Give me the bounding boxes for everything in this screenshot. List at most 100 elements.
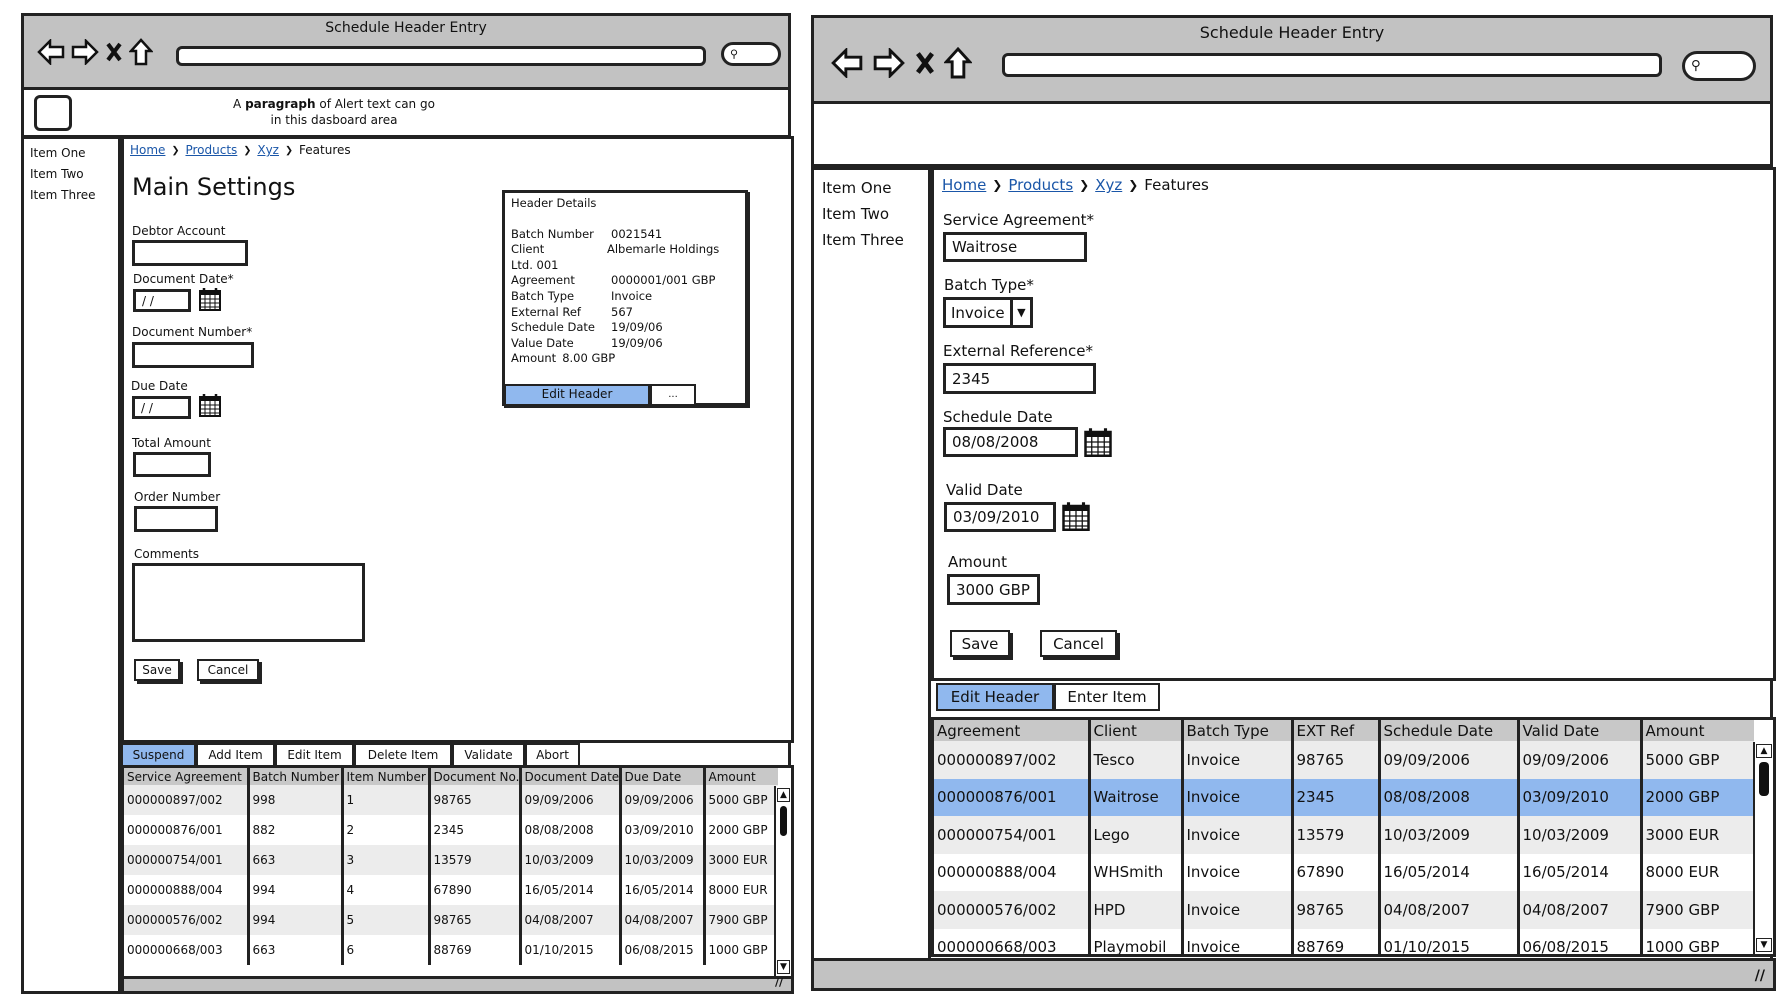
save-button[interactable]: Save (950, 630, 1010, 657)
column-header[interactable]: Amount (1641, 720, 1754, 741)
schedule-date-input[interactable]: 08/08/2008 (943, 427, 1078, 457)
tab-edit-item[interactable]: Edit Item (275, 743, 354, 765)
breadcrumb-xyz[interactable]: Xyz (257, 143, 279, 157)
table-row[interactable]: 000000876/001 882 2 2345 08/08/2008 03/09/201… (124, 815, 778, 845)
scroll-down-icon[interactable]: ▼ (1756, 938, 1772, 952)
column-header[interactable]: Service Agreement (124, 768, 250, 785)
column-header[interactable]: Schedule Date (1379, 720, 1520, 741)
sidebar-item-three[interactable]: Item Three (30, 185, 112, 206)
table-row[interactable]: 000000897/002 998 1 98765 09/09/2006 09/09/20… (124, 785, 778, 815)
column-header[interactable]: Agreement (934, 720, 1091, 741)
amount-input[interactable]: 3000 GBP (947, 574, 1040, 605)
scroll-thumb[interactable] (780, 806, 787, 836)
table-row[interactable]: 000000576/002 HPD Invoice 98765 04/08/2007 04… (934, 891, 1754, 929)
table-row[interactable]: 000000668/003 663 6 88769 01/10/2015 06/08/20… (124, 935, 778, 965)
sidebar-item-two[interactable]: Item Two (30, 164, 112, 185)
table-row[interactable]: 000000576/002 994 5 98765 04/08/2007 04/08/20… (124, 905, 778, 935)
chevron-down-icon[interactable]: ▼ (1013, 300, 1030, 325)
home-icon[interactable] (944, 46, 972, 80)
breadcrumb-products[interactable]: Products (185, 143, 237, 157)
breadcrumb-xyz[interactable]: Xyz (1095, 176, 1122, 194)
external-reference-label: External Reference* (943, 342, 1094, 360)
vertical-scrollbar[interactable]: ▲ ▼ (774, 786, 791, 976)
column-header[interactable]: Client (1089, 720, 1184, 741)
column-header[interactable]: Document No. (429, 768, 522, 785)
table-cell: 67890 (429, 875, 522, 905)
sidebar-item-one[interactable]: Item One (30, 143, 112, 164)
url-bar[interactable] (176, 46, 706, 66)
scroll-up-icon[interactable]: ▲ (1756, 744, 1772, 758)
breadcrumb-home[interactable]: Home (130, 143, 165, 157)
forward-arrow-icon[interactable] (872, 48, 906, 78)
search-box[interactable]: ⚲ (721, 42, 781, 66)
close-x-icon[interactable] (914, 50, 936, 76)
resize-grip-icon[interactable]: // (1755, 968, 1765, 984)
breadcrumb-products[interactable]: Products (1008, 176, 1073, 194)
table-cell: 03/09/2010 (1518, 778, 1643, 816)
total-amount-input[interactable] (133, 452, 211, 477)
table-row[interactable]: 000000888/004 WHSmith Invoice 67890 16/05/20… (934, 853, 1754, 891)
back-arrow-icon[interactable] (37, 39, 65, 65)
table-row[interactable]: 000000754/001 Lego Invoice 13579 10/03/2009 1… (934, 816, 1754, 854)
cancel-button[interactable]: Cancel (197, 659, 259, 681)
tab-suspend[interactable]: Suspend (121, 743, 196, 765)
back-arrow-icon[interactable] (830, 48, 864, 78)
scroll-down-icon[interactable]: ▼ (777, 960, 790, 974)
home-icon[interactable] (129, 38, 153, 66)
close-x-icon[interactable] (105, 41, 123, 63)
table-cell: 2000 GBP (704, 815, 778, 845)
table-row[interactable]: 000000897/002 Tesco Invoice 98765 09/09/2006… (934, 741, 1754, 779)
scroll-up-icon[interactable]: ▲ (777, 788, 790, 802)
column-header[interactable]: Batch Type (1182, 720, 1294, 741)
sidebar-item-one[interactable]: Item One (822, 175, 920, 201)
table-row[interactable]: 000000668/003 Playmobil Invoice 88769 01/10/… (934, 928, 1754, 954)
more-button[interactable]: ... (650, 384, 696, 406)
tab-delete-item[interactable]: Delete Item (354, 743, 452, 765)
tab-add-item[interactable]: Add Item (196, 743, 275, 765)
external-reference-input[interactable]: 2345 (943, 363, 1096, 394)
debtor-account-input[interactable] (132, 240, 248, 266)
tab-abort[interactable]: Abort (525, 743, 580, 765)
column-header[interactable]: Valid Date (1518, 720, 1643, 741)
column-header[interactable]: Document Date (520, 768, 622, 785)
due-date-input[interactable]: / / (132, 396, 191, 419)
scroll-thumb[interactable] (1759, 762, 1769, 796)
table-cell: Waitrose (1089, 778, 1184, 816)
search-icon: ⚲ (730, 47, 739, 61)
search-box[interactable]: ⚲ (1682, 51, 1756, 81)
document-date-input[interactable]: / / (133, 289, 191, 312)
edit-header-button[interactable]: Edit Header (504, 384, 650, 406)
calendar-icon[interactable] (1084, 427, 1112, 461)
resize-grip-icon[interactable]: // (775, 976, 783, 989)
tab-edit-header[interactable]: Edit Header (936, 683, 1054, 711)
table-row[interactable]: 000000876/001 Waitrose Invoice 2345 08/08/20… (934, 778, 1754, 816)
batch-type-select[interactable]: Invoice ▼ (943, 297, 1033, 328)
sidebar-item-two[interactable]: Item Two (822, 201, 920, 227)
calendar-icon[interactable] (1062, 501, 1090, 535)
column-header[interactable]: Item Number (342, 768, 431, 785)
comments-textarea[interactable] (132, 563, 365, 642)
valid-date-input[interactable]: 03/09/2010 (944, 502, 1056, 532)
tab-validate[interactable]: Validate (452, 743, 525, 765)
valid-date-label: Valid Date (946, 481, 1023, 499)
tab-enter-item[interactable]: Enter Item (1054, 683, 1160, 711)
column-header[interactable]: Due Date (620, 768, 706, 785)
column-header[interactable]: Batch Number (248, 768, 344, 785)
calendar-icon[interactable] (199, 393, 221, 421)
table-cell: 5000 GBP (1641, 741, 1754, 779)
service-agreement-input[interactable]: Waitrose (943, 232, 1087, 262)
column-header[interactable]: EXT Ref (1292, 720, 1381, 741)
table-row[interactable]: 000000754/001 663 3 13579 10/03/2009 10/03/20… (124, 845, 778, 875)
url-bar[interactable] (1002, 53, 1662, 77)
document-number-input[interactable] (132, 342, 254, 368)
forward-arrow-icon[interactable] (71, 39, 99, 65)
calendar-icon[interactable] (199, 287, 221, 315)
save-button[interactable]: Save (134, 659, 180, 681)
order-number-input[interactable] (134, 506, 218, 532)
breadcrumb-home[interactable]: Home (942, 176, 986, 194)
sidebar-item-three[interactable]: Item Three (822, 227, 920, 253)
table-row[interactable]: 000000888/004 994 4 67890 16/05/2014 16/05/20… (124, 875, 778, 905)
cancel-button[interactable]: Cancel (1040, 630, 1117, 657)
column-header[interactable]: Amount (704, 768, 778, 785)
vertical-scrollbar[interactable]: ▲ ▼ (1753, 742, 1773, 954)
